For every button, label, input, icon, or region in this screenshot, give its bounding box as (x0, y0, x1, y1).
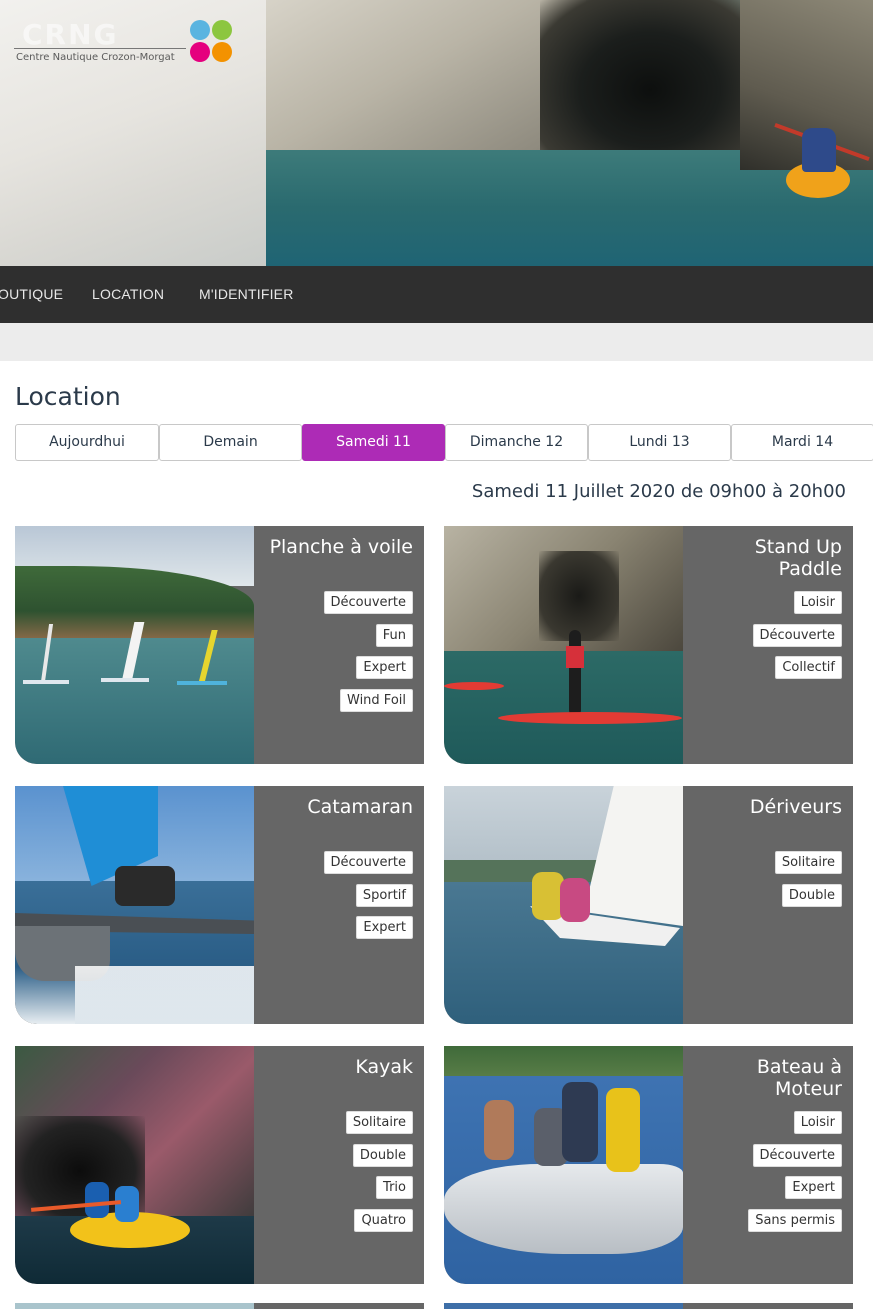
logo-divider (14, 48, 186, 49)
dinghy-photo (444, 786, 683, 1024)
nav-item-boutique[interactable]: OUTIQUE (0, 266, 63, 323)
next-card-panel-peek (254, 1303, 424, 1309)
option-loisir[interactable]: Loisir (793, 591, 842, 614)
logo-wordmark: CRNG (22, 18, 119, 51)
card-kayak[interactable]: Kayak Solitaire Double Trio Quatro (15, 1046, 424, 1284)
day-tabs: Aujourdhui Demain Samedi 11 Dimanche 12 … (15, 424, 873, 461)
option-sportif[interactable]: Sportif (355, 884, 413, 907)
windsurf-photo (15, 526, 254, 764)
banner-cave (540, 0, 760, 150)
option-expert[interactable]: Expert (356, 916, 413, 939)
card-title: Bateau à Moteur (756, 1056, 842, 1100)
card-panel: Kayak Solitaire Double Trio Quatro (254, 1046, 424, 1284)
breadcrumb-strip (0, 323, 873, 361)
next-card-photo-peek (15, 1303, 254, 1309)
option-loisir[interactable]: Loisir (793, 1111, 842, 1134)
main-nav: OUTIQUE LOCATION M'IDENTIFIER (0, 266, 873, 323)
banner-kayaker (802, 128, 836, 172)
next-card-photo-peek (444, 1303, 683, 1309)
card-stand-up-paddle[interactable]: Stand Up Paddle Loisir Découverte Collec… (444, 526, 853, 764)
option-double[interactable]: Double (352, 1144, 413, 1167)
option-wind-foil[interactable]: Wind Foil (340, 689, 413, 712)
card-panel: Catamaran Découverte Sportif Expert (254, 786, 424, 1024)
logo-dots-icon (188, 18, 234, 64)
selected-date: Samedi 11 Juillet 2020 de 09h00 à 20h00 (471, 481, 846, 502)
option-decouverte[interactable]: Découverte (323, 851, 413, 874)
tab-lundi-13[interactable]: Lundi 13 (588, 424, 731, 461)
card-title: Catamaran (307, 796, 413, 818)
card-planche-a-voile[interactable]: Planche à voile Découverte Fun Expert Wi… (15, 526, 424, 764)
option-fun[interactable]: Fun (375, 624, 413, 647)
card-panel: Stand Up Paddle Loisir Découverte Collec… (683, 526, 853, 764)
card-catamaran[interactable]: Catamaran Découverte Sportif Expert (15, 786, 424, 1024)
card-bateau-a-moteur[interactable]: Bateau à Moteur Loisir Découverte Expert… (444, 1046, 853, 1284)
card-title: Stand Up Paddle (754, 536, 842, 580)
logo-subtitle: Centre Nautique Crozon-Morgat (16, 52, 175, 63)
tab-dimanche-12[interactable]: Dimanche 12 (445, 424, 588, 461)
logo-dot-green (212, 20, 232, 40)
card-deriveurs[interactable]: Dériveurs Solitaire Double (444, 786, 853, 1024)
paddle-photo (444, 526, 683, 764)
option-decouverte[interactable]: Découverte (323, 591, 413, 614)
option-collectif[interactable]: Collectif (775, 656, 842, 679)
logo-dot-pink (190, 42, 210, 62)
page-title: Location (15, 382, 121, 411)
logo-dot-orange (212, 42, 232, 62)
card-panel: Bateau à Moteur Loisir Découverte Expert… (683, 1046, 853, 1284)
option-expert[interactable]: Expert (785, 1176, 842, 1199)
header-banner: CRNG Centre Nautique Crozon-Morgat (0, 0, 873, 266)
option-sans-permis[interactable]: Sans permis (748, 1209, 842, 1232)
option-expert[interactable]: Expert (356, 656, 413, 679)
tab-samedi-11[interactable]: Samedi 11 (302, 424, 445, 461)
nav-item-identifier[interactable]: M'IDENTIFIER (199, 266, 294, 323)
motorboat-photo (444, 1046, 683, 1284)
card-title: Kayak (355, 1056, 413, 1078)
card-panel: Dériveurs Solitaire Double (683, 786, 853, 1024)
nav-item-location[interactable]: LOCATION (92, 266, 164, 323)
tab-demain[interactable]: Demain (159, 424, 302, 461)
card-title: Dériveurs (749, 796, 842, 818)
option-decouverte[interactable]: Découverte (752, 1144, 842, 1167)
next-card-panel-peek (683, 1303, 853, 1309)
kayak-photo (15, 1046, 254, 1284)
logo-dot-blue (190, 20, 210, 40)
option-quatro[interactable]: Quatro (354, 1209, 413, 1232)
option-solitaire[interactable]: Solitaire (774, 851, 842, 874)
catamaran-photo (15, 786, 254, 1024)
option-trio[interactable]: Trio (376, 1176, 413, 1199)
option-decouverte[interactable]: Découverte (752, 624, 842, 647)
card-panel: Planche à voile Découverte Fun Expert Wi… (254, 526, 424, 764)
tab-mardi-14[interactable]: Mardi 14 (731, 424, 873, 461)
tab-aujourdhui[interactable]: Aujourdhui (15, 424, 159, 461)
option-double[interactable]: Double (781, 884, 842, 907)
option-solitaire[interactable]: Solitaire (345, 1111, 413, 1134)
site-logo[interactable]: CRNG Centre Nautique Crozon-Morgat (14, 16, 236, 68)
card-title: Planche à voile (269, 536, 413, 558)
